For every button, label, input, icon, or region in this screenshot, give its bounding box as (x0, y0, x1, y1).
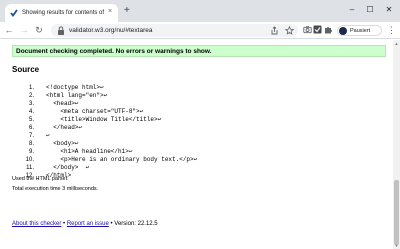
about-checker-link[interactable]: About this checker (12, 221, 61, 227)
scroll-up-icon[interactable]: ▲ (394, 41, 399, 46)
footer: About this checker • Report an issue • V… (12, 220, 158, 228)
line-number: 9. (28, 149, 34, 155)
line-number: 8. (28, 141, 34, 147)
line-text: </head>↩ (46, 124, 83, 131)
line-text: <h1>A headline</h1>↩ (46, 148, 133, 155)
line-number: 7. (28, 133, 34, 139)
profile-button[interactable]: Pausiert (337, 25, 382, 36)
extension-w3c-icon[interactable] (313, 25, 322, 34)
version-text: • Version: 22.12.5 (110, 221, 158, 227)
bookmark-star-icon[interactable] (285, 26, 294, 35)
line-number: 11. (26, 165, 34, 171)
avatar (339, 27, 347, 35)
tab-close-icon[interactable]: × (108, 7, 112, 17)
page-content: Document checking completed. No errors o… (0, 40, 400, 249)
success-message: Document checking completed. No errors o… (16, 48, 212, 55)
share-icon[interactable] (270, 26, 279, 35)
line-text: <meta charset="UTF-8">↩ (46, 108, 144, 115)
extensions-puzzle-icon[interactable] (324, 25, 333, 34)
line-number: 3. (28, 101, 34, 107)
line-number: 6. (28, 125, 34, 131)
parser-note: Used the HTML parser. (12, 176, 69, 182)
execution-time: Total execution time 3 milliseconds. (12, 186, 99, 192)
line-number: 2. (28, 93, 34, 99)
forward-button[interactable]: → (19, 24, 29, 36)
line-number: 4. (28, 109, 34, 115)
tab-title: Showing results for contents of t (22, 10, 106, 16)
footer-separator: • (63, 221, 66, 227)
line-text: <html lang="en">↩ (46, 92, 108, 99)
line-number: 5. (28, 117, 34, 123)
line-text: <head>↩ (46, 100, 79, 107)
line-text: <!doctype html>↩ (46, 84, 104, 91)
lock-icon[interactable] (57, 26, 65, 35)
w3c-check-icon (10, 9, 18, 17)
tab-validator[interactable]: Showing results for contents of t × (5, 4, 118, 22)
source-heading: Source (12, 65, 40, 74)
url-text[interactable]: validator.w3.org/nu/#textarea (69, 26, 152, 35)
profile-label: Pausiert (350, 28, 371, 34)
camera-icon[interactable] (303, 25, 312, 34)
report-issue-link[interactable]: Report an issue (67, 221, 109, 227)
success-banner: Document checking completed. No errors o… (12, 45, 386, 57)
line-text: <body>↩ (46, 140, 79, 147)
scroll-thumb[interactable] (394, 180, 399, 245)
line-number: 1. (28, 85, 34, 91)
reload-button[interactable]: ↻ (34, 24, 44, 36)
page-scrollbar[interactable]: ▲ ▼ (393, 40, 400, 249)
scroll-down-icon[interactable]: ▼ (394, 243, 399, 248)
address-bar[interactable]: validator.w3.org/nu/#textarea (51, 24, 298, 37)
back-button[interactable]: ← (4, 24, 14, 36)
maximize-button[interactable]: ☐ (364, 4, 376, 16)
tab-bar: Showing results for contents of t × + – … (0, 0, 400, 22)
line-text: ↩ (46, 132, 50, 139)
line-number: 10. (25, 157, 34, 163)
line-text: <title>Window Title</title>↩ (46, 116, 162, 123)
new-tab-button[interactable]: + (124, 5, 130, 17)
line-text: <p>Here is an ordinary body text.</p>↩ (46, 156, 198, 163)
line-text: </body> ↩ (46, 164, 90, 171)
browser-menu-icon[interactable]: ⋮ (387, 25, 396, 35)
close-window-button[interactable]: ✕ (383, 4, 395, 16)
minimize-button[interactable]: – (346, 4, 358, 16)
